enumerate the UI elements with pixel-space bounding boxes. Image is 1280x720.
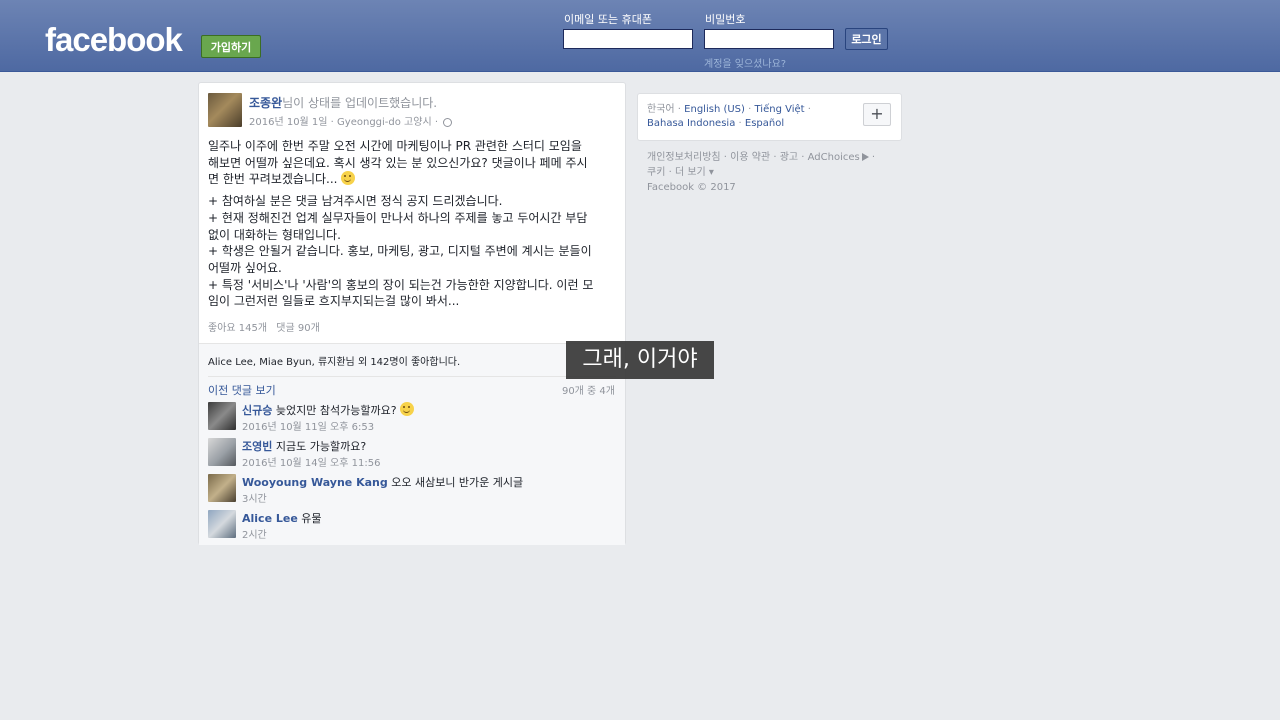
commenter-avatar[interactable]	[208, 474, 236, 502]
language-link[interactable]: English (US)	[684, 104, 745, 115]
post-card: 조종완님이 상태를 업데이트했습니다. 2016년 10월 1일 · Gyeon…	[198, 82, 626, 545]
language-link[interactable]: Tiếng Việt	[755, 104, 805, 115]
language-link[interactable]: Español	[745, 118, 784, 129]
adchoices-link[interactable]: AdChoices	[808, 152, 860, 163]
forgot-account-link[interactable]: 계정을 잊으셨나요?	[704, 55, 786, 70]
commenter-avatar[interactable]	[208, 438, 236, 466]
ads-link[interactable]: 광고	[780, 152, 798, 163]
post-stats: 좋아요 145개 댓글 90개	[208, 319, 326, 334]
post-date[interactable]: 2016년 10월 1일	[249, 117, 328, 128]
language-current: 한국어	[647, 104, 675, 115]
language-selector: 한국어 · English (US) · Tiếng Việt · Bahasa…	[637, 93, 902, 141]
email-label: 이메일 또는 휴대폰	[564, 13, 652, 26]
password-label: 비밀번호	[705, 13, 746, 26]
commenter-name[interactable]: 조영빈	[242, 440, 272, 453]
facebook-logo[interactable]: facebook	[45, 20, 183, 60]
copyright: Facebook © 2017	[647, 182, 736, 193]
cookies-link[interactable]: 쿠키	[647, 167, 665, 178]
post-location[interactable]: Gyeonggi-do 고양시	[337, 117, 432, 128]
commenter-name[interactable]: Wooyoung Wayne Kang	[242, 476, 388, 489]
top-bar: facebook 가입하기 이메일 또는 휴대폰 비밀번호 로그인 계정을 잊으…	[0, 0, 1280, 72]
smile-icon	[341, 171, 356, 186]
comment-body: 오오 새삼보니 반가운 게시글	[391, 476, 524, 489]
globe-icon	[443, 117, 453, 127]
comment-text: 조영빈 지금도 가능할까요?	[242, 438, 366, 454]
commenter-name[interactable]: Alice Lee	[242, 512, 298, 525]
subtitle-caption: 그래, 이거야	[566, 341, 714, 379]
comment: Wooyoung Wayne Kang 오오 새삼보니 반가운 게시글 3시간	[208, 473, 616, 505]
post-action-text: 님이 상태를 업데이트했습니다.	[282, 96, 438, 110]
comments-section: Alice Lee, Miae Byun, 류지환님 외 142명이 좋아합니다…	[199, 343, 625, 545]
password-field[interactable]	[704, 29, 834, 49]
post-paragraph-1: 일주나 이주에 한번 주말 오전 시간에 마케팅이나 PR 관련한 스터디 모임…	[208, 139, 588, 187]
likes-count[interactable]: 좋아요 145개	[208, 323, 267, 334]
signup-button[interactable]: 가입하기	[201, 35, 261, 58]
comment-range: 90개 중 4개	[561, 386, 615, 397]
adchoices-icon	[861, 153, 869, 161]
comment: 조영빈 지금도 가능할까요? 2016년 10월 14일 오후 11:56	[208, 437, 616, 469]
commenter-avatar[interactable]	[208, 510, 236, 538]
likes-summary[interactable]: Alice Lee, Miae Byun, 류지환님 외 142명이 좋아합니다…	[208, 353, 460, 368]
comment-time[interactable]: 2시간	[242, 526, 267, 541]
author-avatar[interactable]	[208, 93, 242, 127]
privacy-link[interactable]: 개인정보처리방침	[647, 152, 721, 163]
comment-text: Wooyoung Wayne Kang 오오 새삼보니 반가운 게시글	[242, 474, 523, 490]
comment-time[interactable]: 3시간	[242, 490, 267, 505]
footer-links: 개인정보처리방침 · 이용 약관 · 광고 · AdChoices · 쿠키 ·…	[647, 152, 876, 193]
commenter-name[interactable]: 신규승	[242, 404, 272, 417]
comment-text: 신규승 늦었지만 참석가능할까요?	[242, 402, 415, 418]
comment-time[interactable]: 2016년 10월 14일 오후 11:56	[242, 454, 380, 469]
more-link[interactable]: 더 보기	[675, 167, 706, 178]
comment-body: 유물	[301, 512, 322, 525]
language-links: 한국어 · English (US) · Tiếng Việt · Bahasa…	[647, 104, 811, 129]
more-languages-button[interactable]: +	[863, 103, 891, 126]
smile-icon	[400, 402, 415, 416]
comment-body: 지금도 가능할까요?	[275, 440, 367, 453]
divider	[208, 376, 616, 377]
comment-body: 늦었지만 참석가능할까요?	[275, 404, 397, 417]
comment: 신규승 늦었지만 참석가능할까요? 2016년 10월 11일 오후 6:53	[208, 401, 616, 433]
login-button[interactable]: 로그인	[845, 28, 888, 50]
post-paragraph-2: + 참여하실 분은 댓글 남겨주시면 정식 공지 드리겠습니다. + 현재 정해…	[208, 194, 594, 309]
email-field[interactable]	[563, 29, 693, 49]
comment: Alice Lee 유물 2시간	[208, 509, 616, 541]
view-previous-comments-link[interactable]: 이전 댓글 보기	[208, 382, 276, 398]
post-header: 조종완님이 상태를 업데이트했습니다.	[249, 94, 437, 111]
post-body: 일주나 이주에 한번 주말 오전 시간에 마케팅이나 PR 관련한 스터디 모임…	[208, 138, 618, 315]
author-name[interactable]: 조종완	[249, 96, 282, 110]
comment-time[interactable]: 2016년 10월 11일 오후 6:53	[242, 418, 374, 433]
commenter-avatar[interactable]	[208, 402, 236, 430]
terms-link[interactable]: 이용 약관	[730, 152, 770, 163]
comment-text: Alice Lee 유물	[242, 510, 322, 526]
comments-count[interactable]: 댓글 90개	[276, 323, 320, 334]
language-link[interactable]: Bahasa Indonesia	[647, 118, 735, 129]
post-meta: 2016년 10월 1일 · Gyeonggi-do 고양시 ·	[249, 113, 453, 128]
